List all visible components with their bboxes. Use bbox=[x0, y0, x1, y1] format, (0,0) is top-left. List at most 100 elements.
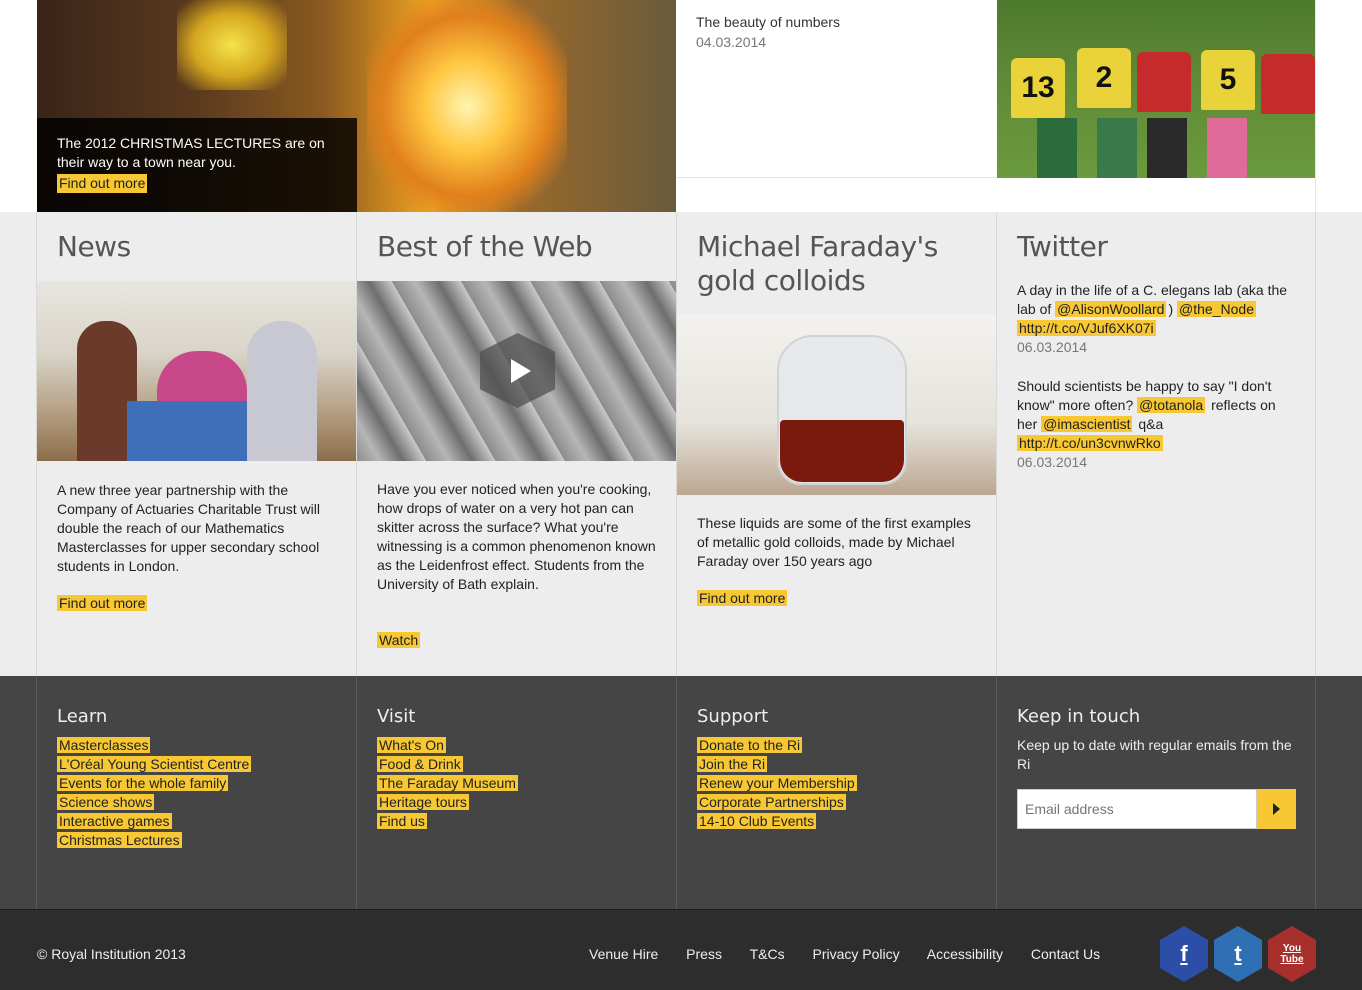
footer-link-find-us[interactable]: Find us bbox=[377, 813, 427, 829]
footer-link-join[interactable]: Join the Ri bbox=[697, 756, 768, 772]
footer-visit-column: Visit What's On Food & Drink The Faraday… bbox=[356, 676, 676, 909]
youtube-icon[interactable]: You Tube bbox=[1268, 926, 1316, 982]
top-band: The 2012 CHRISTMAS LECTURES are on their… bbox=[0, 0, 1362, 212]
video-thumbnail[interactable] bbox=[357, 281, 677, 461]
kid-shirt: 2 bbox=[1077, 48, 1131, 108]
feature-beauty-of-numbers[interactable]: The beauty of numbers 04.03.2014 bbox=[676, 0, 997, 178]
footer-support-column: Support Donate to the Ri Join the Ri Ren… bbox=[676, 676, 996, 909]
footer-link-christmas-lectures[interactable]: Christmas Lectures bbox=[57, 832, 182, 848]
best-of-web-column: Best of the Web Have you ever noticed wh… bbox=[356, 212, 677, 676]
footer-visit-heading: Visit bbox=[377, 706, 416, 727]
hero-flame bbox=[367, 0, 567, 212]
news-find-out-more-link[interactable]: Find out more bbox=[57, 595, 148, 611]
footer-link-faraday-museum[interactable]: The Faraday Museum bbox=[377, 775, 518, 791]
footer-link-science-shows[interactable]: Science shows bbox=[57, 794, 155, 810]
gold-colloid-liquid bbox=[780, 420, 904, 482]
twitter-icon[interactable]: t bbox=[1214, 926, 1262, 982]
tweet-date: 06.03.2014 bbox=[1017, 339, 1088, 355]
bottom-bar: © Royal Institution 2013 Venue Hire Pres… bbox=[0, 909, 1362, 990]
news-text: A new three year partnership with the Co… bbox=[57, 482, 320, 574]
footer-link-renew-membership[interactable]: Renew your Membership bbox=[697, 775, 857, 791]
news-image-table bbox=[127, 401, 247, 461]
faraday-column: Michael Faraday's gold colloids These li… bbox=[676, 212, 997, 676]
best-of-web-heading: Best of the Web bbox=[377, 230, 593, 263]
divider bbox=[1315, 0, 1316, 212]
bottom-link-tcs[interactable]: T&Cs bbox=[750, 946, 785, 962]
footer-support-links: Donate to the Ri Join the Ri Renew your … bbox=[697, 736, 976, 831]
news-image[interactable] bbox=[37, 281, 357, 461]
tweet-mention[interactable]: @imascientist bbox=[1041, 416, 1133, 432]
watch-link[interactable]: Watch bbox=[377, 632, 421, 648]
bottom-link-privacy[interactable]: Privacy Policy bbox=[813, 946, 900, 962]
tweet: A day in the life of a C. elegans lab (a… bbox=[997, 281, 1315, 357]
email-submit-button[interactable] bbox=[1257, 789, 1296, 829]
faraday-text: These liquids are some of the first exam… bbox=[697, 515, 971, 569]
bottom-link-venue-hire[interactable]: Venue Hire bbox=[589, 946, 658, 962]
hero-caption-box: The 2012 CHRISTMAS LECTURES are on their… bbox=[37, 118, 357, 212]
bottom-link-accessibility[interactable]: Accessibility bbox=[927, 946, 1003, 962]
faraday-find-out-more-link[interactable]: Find out more bbox=[697, 590, 788, 606]
kid-shirt: 5 bbox=[1201, 50, 1255, 110]
news-image-person bbox=[247, 321, 317, 461]
footer-link-masterclasses[interactable]: Masterclasses bbox=[57, 737, 151, 753]
twitter-column: Twitter A day in the life of a C. elegan… bbox=[996, 212, 1316, 676]
footer-keep-in-touch-column: Keep in touch Keep up to date with regul… bbox=[996, 676, 1316, 909]
feature-date: 04.03.2014 bbox=[696, 34, 767, 50]
tweet-date: 06.03.2014 bbox=[1017, 454, 1088, 470]
feature-title: The beauty of numbers bbox=[696, 14, 840, 30]
bottom-nav: Venue Hire Press T&Cs Privacy Policy Acc… bbox=[589, 946, 1124, 962]
footer-keep-text: Keep up to date with regular emails from… bbox=[1017, 737, 1292, 772]
tweet-mention[interactable]: @the_Node bbox=[1177, 301, 1256, 317]
kid-shirt-red bbox=[1137, 52, 1191, 112]
faraday-heading: Michael Faraday's gold colloids bbox=[697, 230, 938, 297]
footer-link-whats-on[interactable]: What's On bbox=[377, 737, 446, 753]
kid-shirt: 13 bbox=[1011, 58, 1065, 118]
footer-learn-links: Masterclasses L'Oréal Young Scientist Ce… bbox=[57, 736, 336, 850]
footer-support-heading: Support bbox=[697, 706, 769, 727]
footer-link-heritage-tours[interactable]: Heritage tours bbox=[377, 794, 469, 810]
tweet-mention[interactable]: @totanola bbox=[1137, 397, 1206, 413]
tweet-text: ) bbox=[1168, 301, 1174, 317]
kid-shirt-red bbox=[1261, 54, 1315, 114]
tweet-link[interactable]: http://t.co/un3cvnwRko bbox=[1017, 435, 1163, 451]
play-icon bbox=[511, 359, 531, 383]
footer-link-donate[interactable]: Donate to the Ri bbox=[697, 737, 803, 753]
best-of-web-text: Have you ever noticed when you're cookin… bbox=[377, 481, 656, 592]
youtube-glyph: You Tube bbox=[1280, 943, 1304, 965]
footer-link-food-drink[interactable]: Food & Drink bbox=[377, 756, 463, 772]
tweet-link[interactable]: http://t.co/VJuf6XK07i bbox=[1017, 320, 1156, 336]
feature-image-kids-football[interactable]: 13 2 5 bbox=[997, 0, 1315, 178]
copyright: © Royal Institution 2013 bbox=[37, 946, 186, 962]
footer-keep-heading: Keep in touch bbox=[1017, 706, 1141, 727]
facebook-icon[interactable]: f bbox=[1160, 926, 1208, 982]
kid-legs bbox=[1097, 118, 1137, 178]
twitter-glyph: t bbox=[1234, 941, 1242, 966]
tweet-mention[interactable]: @AlisonWoollard bbox=[1055, 301, 1167, 317]
footer-link-family-events[interactable]: Events for the whole family bbox=[57, 775, 229, 791]
bottom-link-contact[interactable]: Contact Us bbox=[1031, 946, 1100, 962]
footer-link-interactive-games[interactable]: Interactive games bbox=[57, 813, 172, 829]
kid-legs bbox=[1147, 118, 1187, 178]
email-field[interactable] bbox=[1017, 789, 1257, 829]
footer-visit-links: What's On Food & Drink The Faraday Museu… bbox=[377, 736, 656, 831]
facebook-glyph: f bbox=[1180, 941, 1188, 966]
kid-legs bbox=[1207, 118, 1247, 178]
kid-legs bbox=[1037, 118, 1077, 178]
gold-colloid-image[interactable] bbox=[677, 315, 997, 495]
footer-link-corporate-partnerships[interactable]: Corporate Partnerships bbox=[697, 794, 846, 810]
footer: Learn Masterclasses L'Oréal Young Scient… bbox=[0, 676, 1362, 909]
bottom-link-press[interactable]: Press bbox=[686, 946, 722, 962]
twitter-heading: Twitter bbox=[1017, 230, 1108, 263]
hero-image[interactable]: The 2012 CHRISTMAS LECTURES are on their… bbox=[37, 0, 676, 212]
hero-find-out-more-link[interactable]: Find out more bbox=[57, 174, 148, 193]
hero-flame-small bbox=[177, 0, 287, 90]
footer-link-young-scientist-centre[interactable]: L'Oréal Young Scientist Centre bbox=[57, 756, 252, 772]
tweet-text: q&a bbox=[1138, 416, 1164, 432]
hero-caption: The 2012 CHRISTMAS LECTURES are on their… bbox=[57, 135, 325, 170]
tweet: Should scientists be happy to say "I don… bbox=[997, 377, 1315, 472]
news-column: News A new three year partnership with t… bbox=[36, 212, 357, 676]
footer-learn-heading: Learn bbox=[57, 706, 108, 727]
content-columns: News A new three year partnership with t… bbox=[0, 212, 1362, 676]
news-heading: News bbox=[57, 230, 131, 263]
footer-link-club-events[interactable]: 14-10 Club Events bbox=[697, 813, 817, 829]
